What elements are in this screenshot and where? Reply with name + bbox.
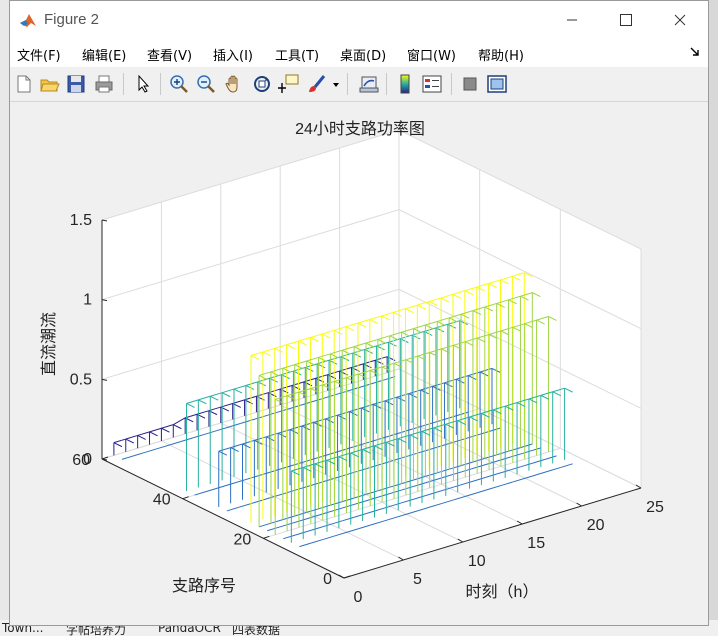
link-plot-icon[interactable] bbox=[358, 73, 380, 95]
insert-colorbar-icon[interactable] bbox=[394, 73, 416, 95]
toolbar-separator bbox=[386, 73, 387, 95]
zoom-in-icon[interactable] bbox=[168, 73, 190, 95]
insert-legend-icon[interactable] bbox=[421, 73, 443, 95]
pan-hand-icon[interactable] bbox=[223, 73, 245, 95]
figure-canvas[interactable]: 24小时支路功率图 0 0.5 1 1.5 0 20 40 60 0 5 10 15 20 25 直流… bbox=[10, 102, 708, 625]
show-plot-tools-icon[interactable] bbox=[486, 73, 508, 95]
title-bar: Figure 2 bbox=[10, 1, 708, 39]
hide-plot-tools-icon[interactable] bbox=[459, 73, 481, 95]
figure-window: Figure 2 文件(F) 编辑(E) 查看(V) 插入(I) 工具(T) 桌… bbox=[9, 0, 709, 626]
toolbar-separator bbox=[123, 73, 124, 95]
brush-dropdown-icon[interactable] bbox=[331, 73, 341, 95]
x-tick-label: 0 bbox=[354, 589, 363, 606]
z-tick-label: 1 bbox=[83, 292, 92, 309]
x-tick-label: 15 bbox=[527, 535, 545, 552]
maximize-icon bbox=[620, 14, 632, 26]
toolbar-separator bbox=[160, 73, 161, 95]
y-axis-label: 支路序号 bbox=[172, 577, 236, 595]
close-button[interactable] bbox=[652, 1, 708, 39]
matlab-logo-icon bbox=[20, 14, 36, 27]
menu-view[interactable]: 查看(V) bbox=[147, 45, 192, 64]
open-file-icon[interactable] bbox=[39, 73, 61, 95]
grid-lines bbox=[101, 129, 642, 579]
y-tick-label: 20 bbox=[234, 531, 252, 548]
background-window-edge-right bbox=[708, 0, 718, 636]
window-title: Figure 2 bbox=[44, 11, 100, 28]
menu-edit[interactable]: 编辑(E) bbox=[82, 45, 126, 64]
select-arrow-icon[interactable] bbox=[132, 73, 154, 95]
y-tick-label: 60 bbox=[72, 452, 90, 469]
x-tick-label: 25 bbox=[646, 499, 664, 516]
menu-window[interactable]: 窗口(W) bbox=[407, 45, 456, 64]
y-tick-label: 40 bbox=[153, 492, 171, 509]
menu-help[interactable]: 帮助(H) bbox=[478, 45, 524, 64]
z-axis-ticks: 00.511.5 bbox=[70, 212, 108, 468]
zoom-out-icon[interactable] bbox=[195, 73, 217, 95]
brush-icon[interactable] bbox=[306, 73, 328, 95]
minimize-button[interactable] bbox=[544, 1, 600, 39]
surface-plot[interactable]: 24小时支路功率图 00.511.5 0204060 0510152025 直流… bbox=[10, 102, 708, 625]
y-tick-label: 0 bbox=[323, 571, 332, 588]
x-tick-label: 20 bbox=[587, 517, 605, 534]
save-icon[interactable] bbox=[65, 73, 87, 95]
rotate-3d-icon[interactable] bbox=[251, 73, 273, 95]
menu-bar: 文件(F) 编辑(E) 查看(V) 插入(I) 工具(T) 桌面(D) 窗口(W… bbox=[10, 39, 708, 67]
z-tick-label: 1.5 bbox=[70, 212, 92, 229]
chart-title: 24小时支路功率图 bbox=[295, 120, 425, 138]
dock-arrow-icon[interactable] bbox=[690, 47, 700, 57]
figure-toolbar bbox=[10, 67, 708, 102]
x-tick-label: 5 bbox=[413, 571, 422, 588]
x-axis-label: 时刻（h） bbox=[466, 583, 539, 601]
menu-insert[interactable]: 插入(I) bbox=[213, 45, 253, 64]
data-cursor-icon[interactable] bbox=[278, 73, 300, 95]
toolbar-separator bbox=[347, 73, 348, 95]
menu-desktop[interactable]: 桌面(D) bbox=[340, 45, 386, 64]
z-axis-label: 直流潮流 bbox=[40, 312, 58, 376]
z-tick-label: 0.5 bbox=[70, 371, 92, 388]
menu-tools[interactable]: 工具(T) bbox=[275, 45, 319, 64]
maximize-button[interactable] bbox=[598, 1, 654, 39]
new-figure-icon[interactable] bbox=[13, 73, 35, 95]
minimize-icon bbox=[567, 19, 577, 21]
toolbar-separator bbox=[451, 73, 452, 95]
print-icon[interactable] bbox=[93, 73, 115, 95]
x-tick-label: 10 bbox=[468, 553, 486, 570]
close-icon bbox=[674, 14, 686, 26]
menu-file[interactable]: 文件(F) bbox=[17, 45, 61, 64]
